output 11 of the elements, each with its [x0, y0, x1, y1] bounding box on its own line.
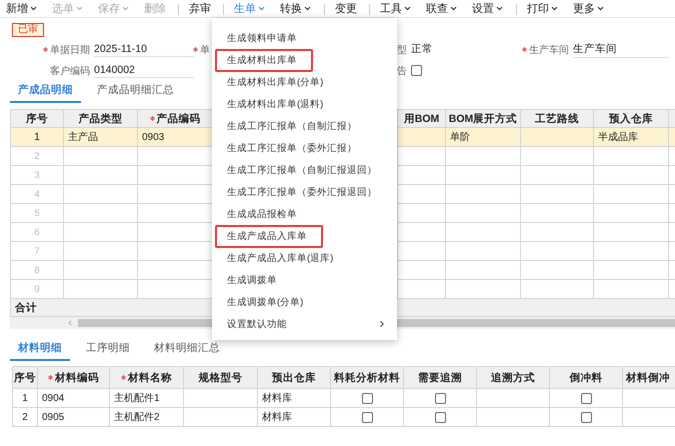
field-label: 客户编码	[49, 64, 90, 78]
table-cell: 主机配件2	[110, 408, 184, 427]
field-label: 单据日期	[30, 42, 90, 56]
field-label: 单	[193, 42, 210, 56]
field-label: 生产车间	[525, 42, 569, 56]
table-cell: 材料库	[258, 408, 331, 427]
status-badge: 已审	[12, 23, 44, 37]
field-label: 告	[397, 64, 407, 78]
table-cell: 0905	[38, 408, 110, 427]
table-cell: 2	[13, 408, 38, 427]
field-label: 型	[397, 44, 407, 56]
